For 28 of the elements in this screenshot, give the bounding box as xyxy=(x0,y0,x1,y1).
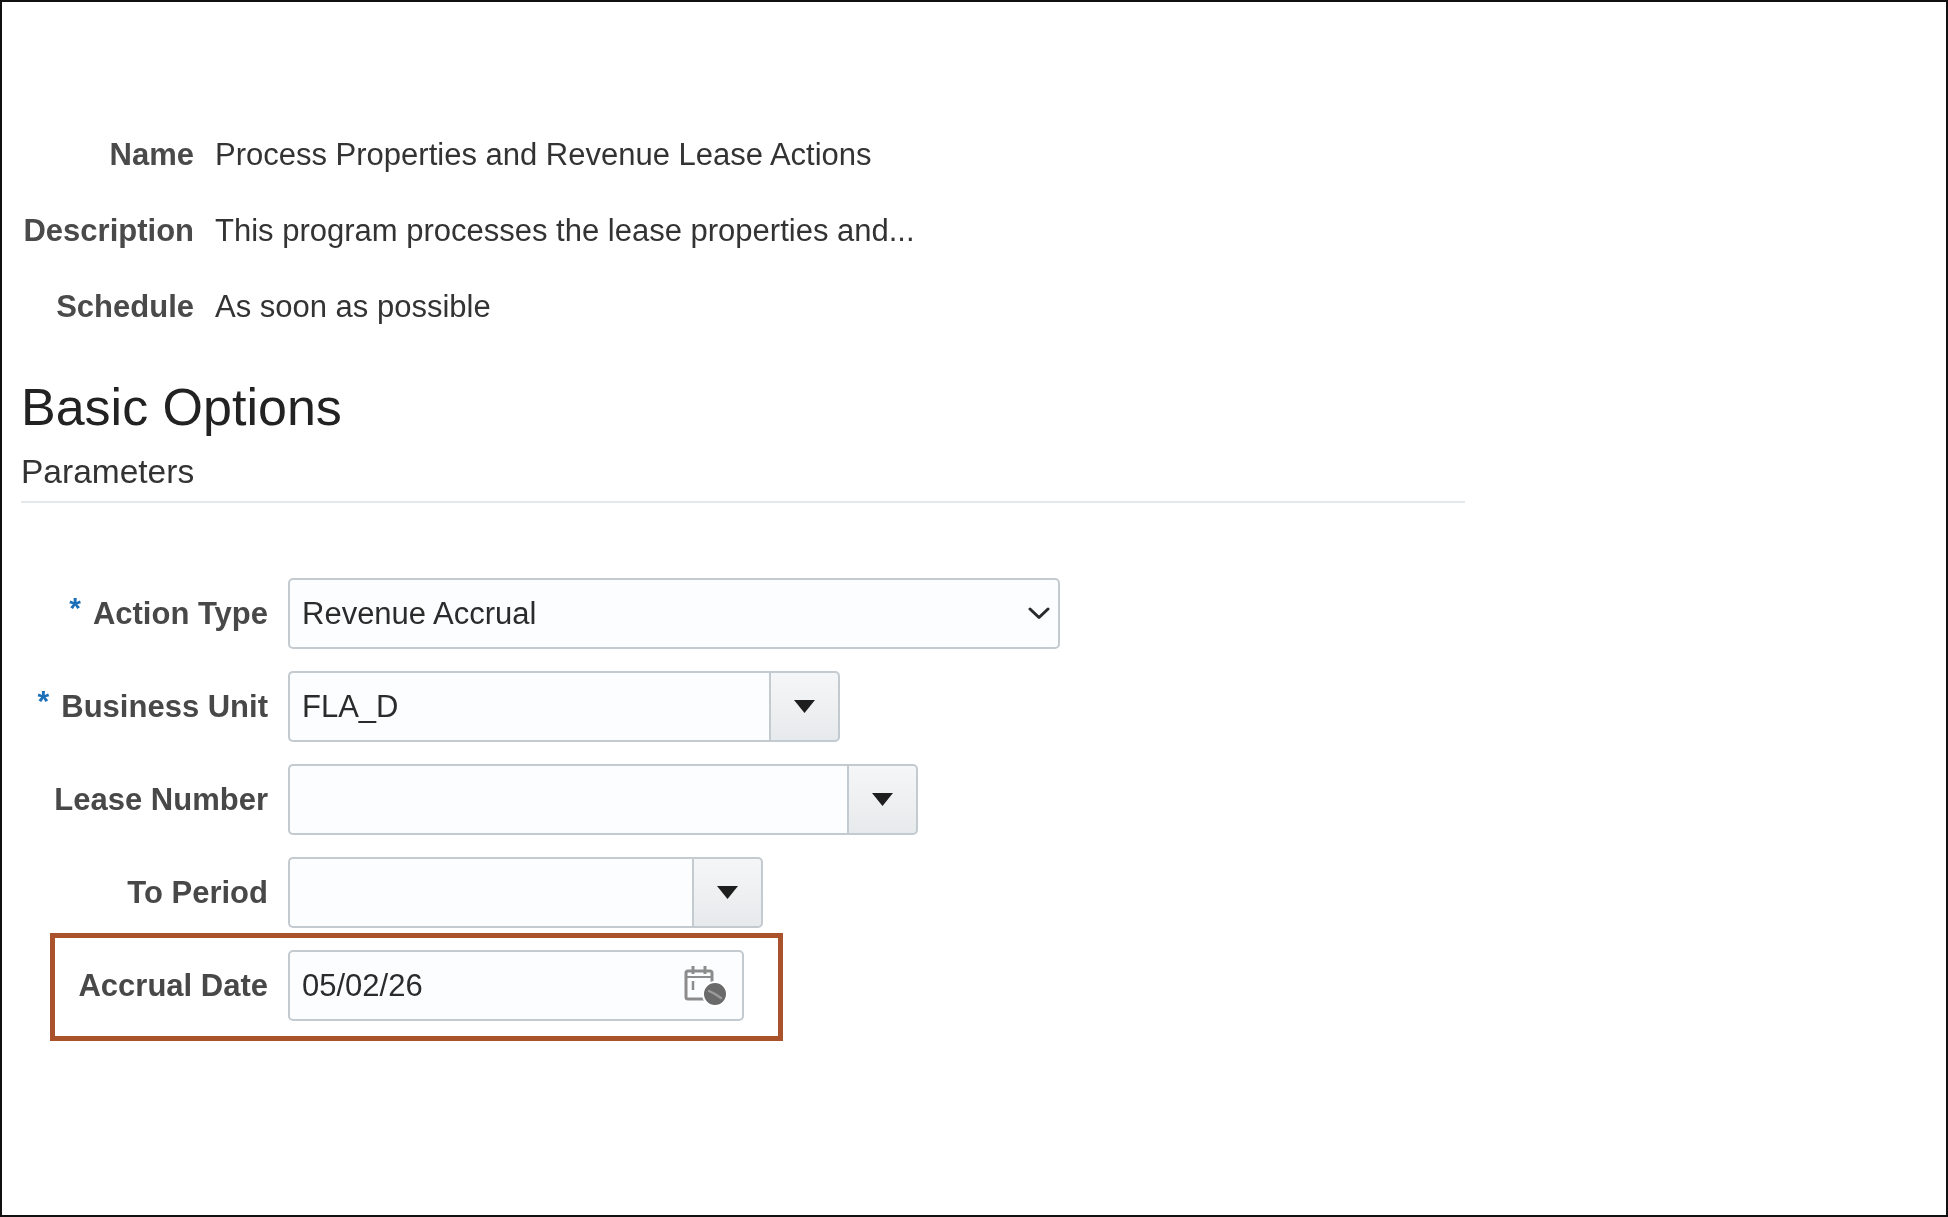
subsection-title: Parameters xyxy=(21,452,195,492)
field-label: Name xyxy=(108,137,194,173)
caret-down-icon xyxy=(794,700,815,713)
field-value: As soon as possible xyxy=(215,289,492,325)
chevron-down-icon xyxy=(1028,607,1050,620)
input-field[interactable]: FLA_D xyxy=(288,671,769,742)
caret-down-icon xyxy=(872,793,893,806)
field-label: Accrual Date xyxy=(78,967,268,1004)
field-value: Process Properties and Revenue Lease Actions xyxy=(215,137,873,173)
field-label: Business Unit xyxy=(61,688,268,725)
field-label: Description xyxy=(22,213,194,249)
field-value: This program processes the lease properties and... xyxy=(215,213,915,249)
calendar-clock-icon[interactable] xyxy=(684,964,728,1007)
field-label: Action Type xyxy=(92,595,268,632)
select-field[interactable]: Revenue Accrual xyxy=(288,578,1060,649)
field-label: Schedule xyxy=(55,289,194,325)
input-field[interactable] xyxy=(288,764,847,835)
caret-down-icon xyxy=(717,886,738,899)
required-mark: * xyxy=(37,685,50,716)
input-field[interactable] xyxy=(288,857,692,928)
dropdown-button[interactable] xyxy=(769,671,840,742)
dropdown-button[interactable] xyxy=(692,857,763,928)
section-title: Basic Options xyxy=(21,377,342,437)
dropdown-button[interactable] xyxy=(847,764,918,835)
field-label: Lease Number xyxy=(54,781,268,818)
date-field[interactable]: 05/02/26 xyxy=(288,950,744,1021)
required-mark: * xyxy=(69,592,81,623)
field-label: To Period xyxy=(127,874,268,911)
